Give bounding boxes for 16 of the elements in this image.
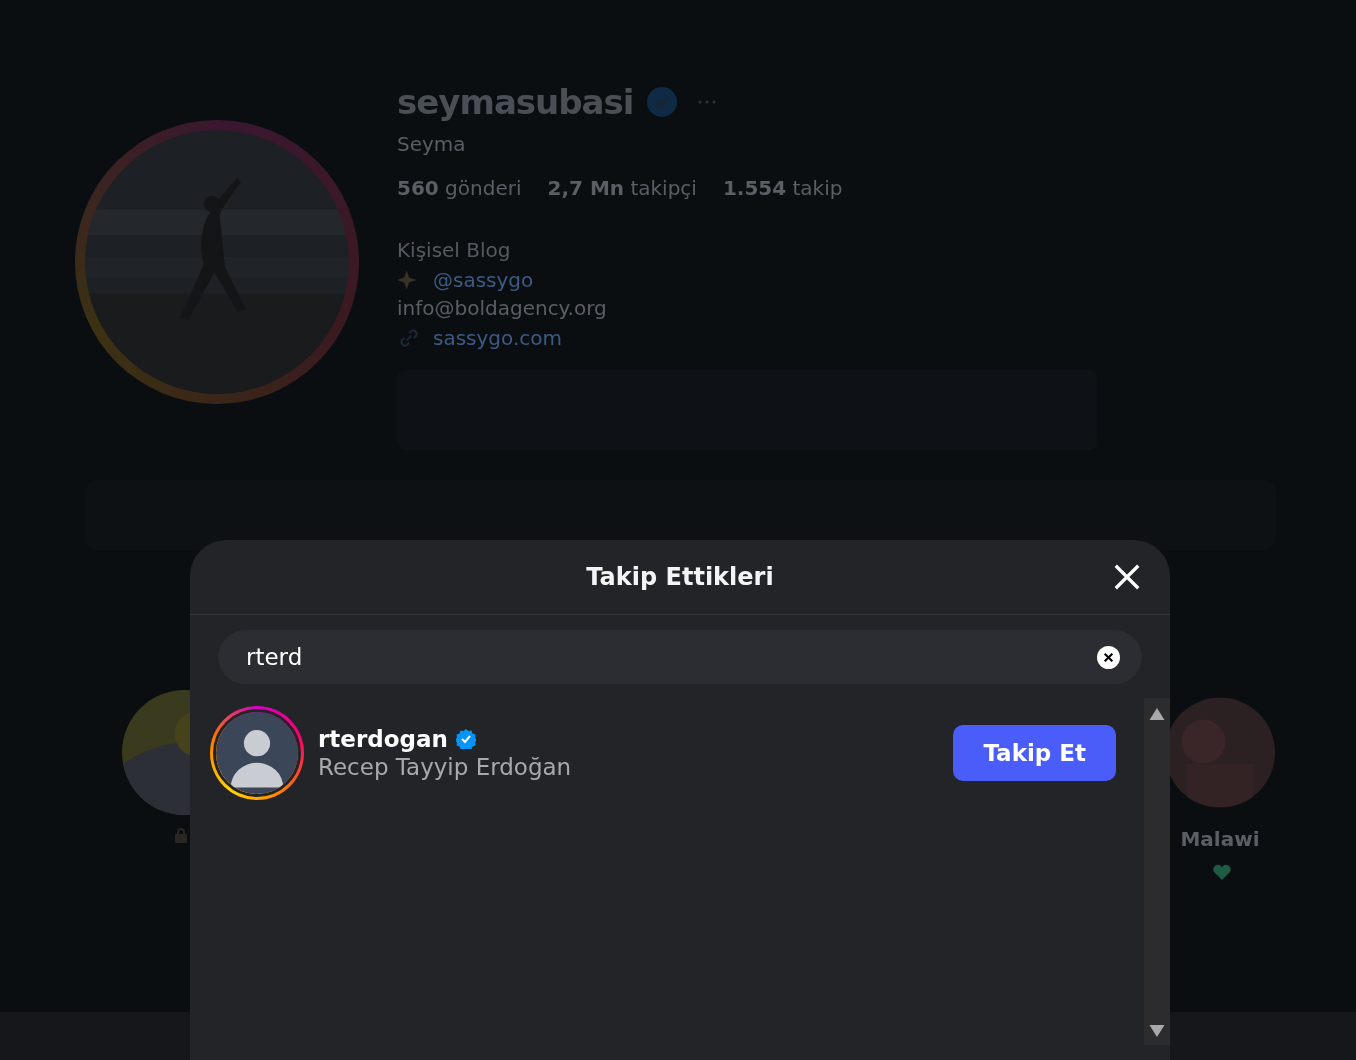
profile-stat[interactable]: 2,7 Mn takipçi (547, 176, 697, 200)
dialog-title: Takip Ettikleri (586, 563, 774, 591)
search-field[interactable]: rterd (246, 644, 1097, 670)
follow-button[interactable]: Takip Et (953, 725, 1116, 781)
bio-email: info@boldagency.org (397, 296, 608, 320)
bio-category: Kişisel Blog (397, 238, 512, 262)
profile-stat[interactable]: 1.554 takip (722, 176, 843, 200)
mention-link[interactable]: @sassygo (433, 268, 534, 292)
search-bar[interactable]: rterd (218, 630, 1142, 684)
display-name: Seyma (397, 132, 467, 156)
website-link[interactable]: sassygo.com (433, 326, 562, 350)
username: seymasubasi (397, 82, 634, 122)
username[interactable]: rterdogan (318, 726, 448, 752)
full-name: Recep Tayyip Erdoğan (318, 754, 573, 780)
highlight-label: Malawi (1180, 827, 1260, 851)
profile-stat[interactable]: 560 gönderi (397, 176, 522, 200)
